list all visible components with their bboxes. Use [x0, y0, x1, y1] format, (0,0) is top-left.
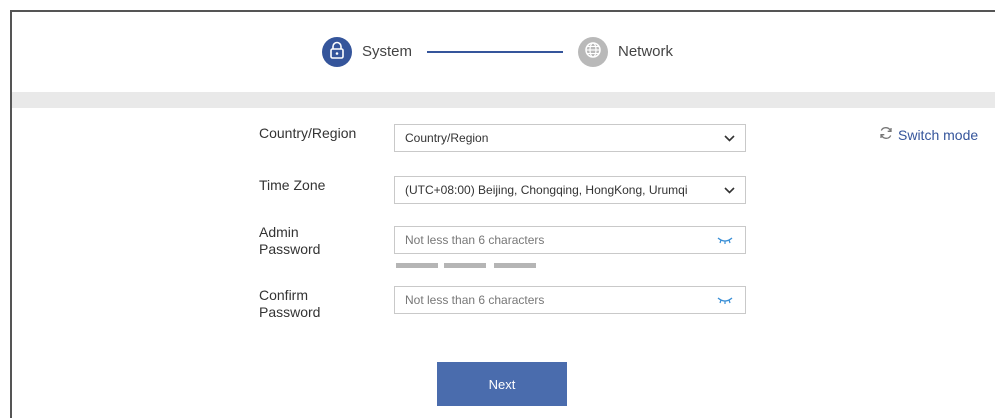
switch-mode-label: Switch mode	[898, 126, 979, 143]
switch-mode-link[interactable]: Switch mode	[879, 126, 978, 143]
next-button[interactable]: Next	[437, 362, 567, 406]
chevron-down-icon	[723, 184, 735, 196]
confirm-password-label-line1: Confirm	[259, 287, 309, 303]
country-region-select[interactable]: Country/Region	[394, 124, 746, 152]
time-zone-label: Time Zone	[259, 177, 326, 193]
country-region-label: Country/Region	[259, 125, 357, 141]
confirm-password-input[interactable]: Not less than 6 characters	[394, 286, 746, 314]
step-system-indicator	[322, 37, 352, 67]
country-region-value: Country/Region	[405, 131, 489, 145]
time-zone-select[interactable]: (UTC+08:00) Beijing, Chongqing, HongKong…	[394, 176, 746, 204]
step-connector	[427, 51, 563, 53]
admin-password-input[interactable]: Not less than 6 characters	[394, 226, 746, 254]
confirm-password-label: Confirm Password	[259, 287, 320, 321]
header-divider-band	[12, 92, 995, 108]
admin-password-label-line2: Password	[259, 241, 321, 257]
step-network-indicator	[578, 37, 608, 67]
admin-password-label: Admin Password	[259, 224, 320, 258]
globe-icon	[584, 41, 602, 64]
admin-password-label-line1: Admin	[259, 224, 299, 240]
lock-icon	[329, 41, 345, 64]
password-strength-bar-3	[494, 263, 536, 268]
confirm-password-label-line2: Password	[259, 304, 321, 320]
setup-wizard-window: System Network Switch mode Country/Regio…	[10, 10, 995, 418]
time-zone-value: (UTC+08:00) Beijing, Chongqing, HongKong…	[405, 183, 688, 197]
password-strength-bar-1	[396, 263, 438, 268]
eye-closed-icon[interactable]	[715, 234, 735, 246]
stepper: System Network	[12, 12, 995, 94]
step-system-label: System	[362, 43, 413, 60]
eye-closed-icon[interactable]	[715, 294, 735, 306]
admin-password-placeholder: Not less than 6 characters	[405, 233, 545, 247]
chevron-down-icon	[723, 132, 735, 144]
step-network-label: Network	[618, 43, 674, 60]
password-strength-bar-2	[444, 263, 486, 268]
confirm-password-placeholder: Not less than 6 characters	[405, 293, 545, 307]
refresh-icon	[879, 126, 893, 143]
